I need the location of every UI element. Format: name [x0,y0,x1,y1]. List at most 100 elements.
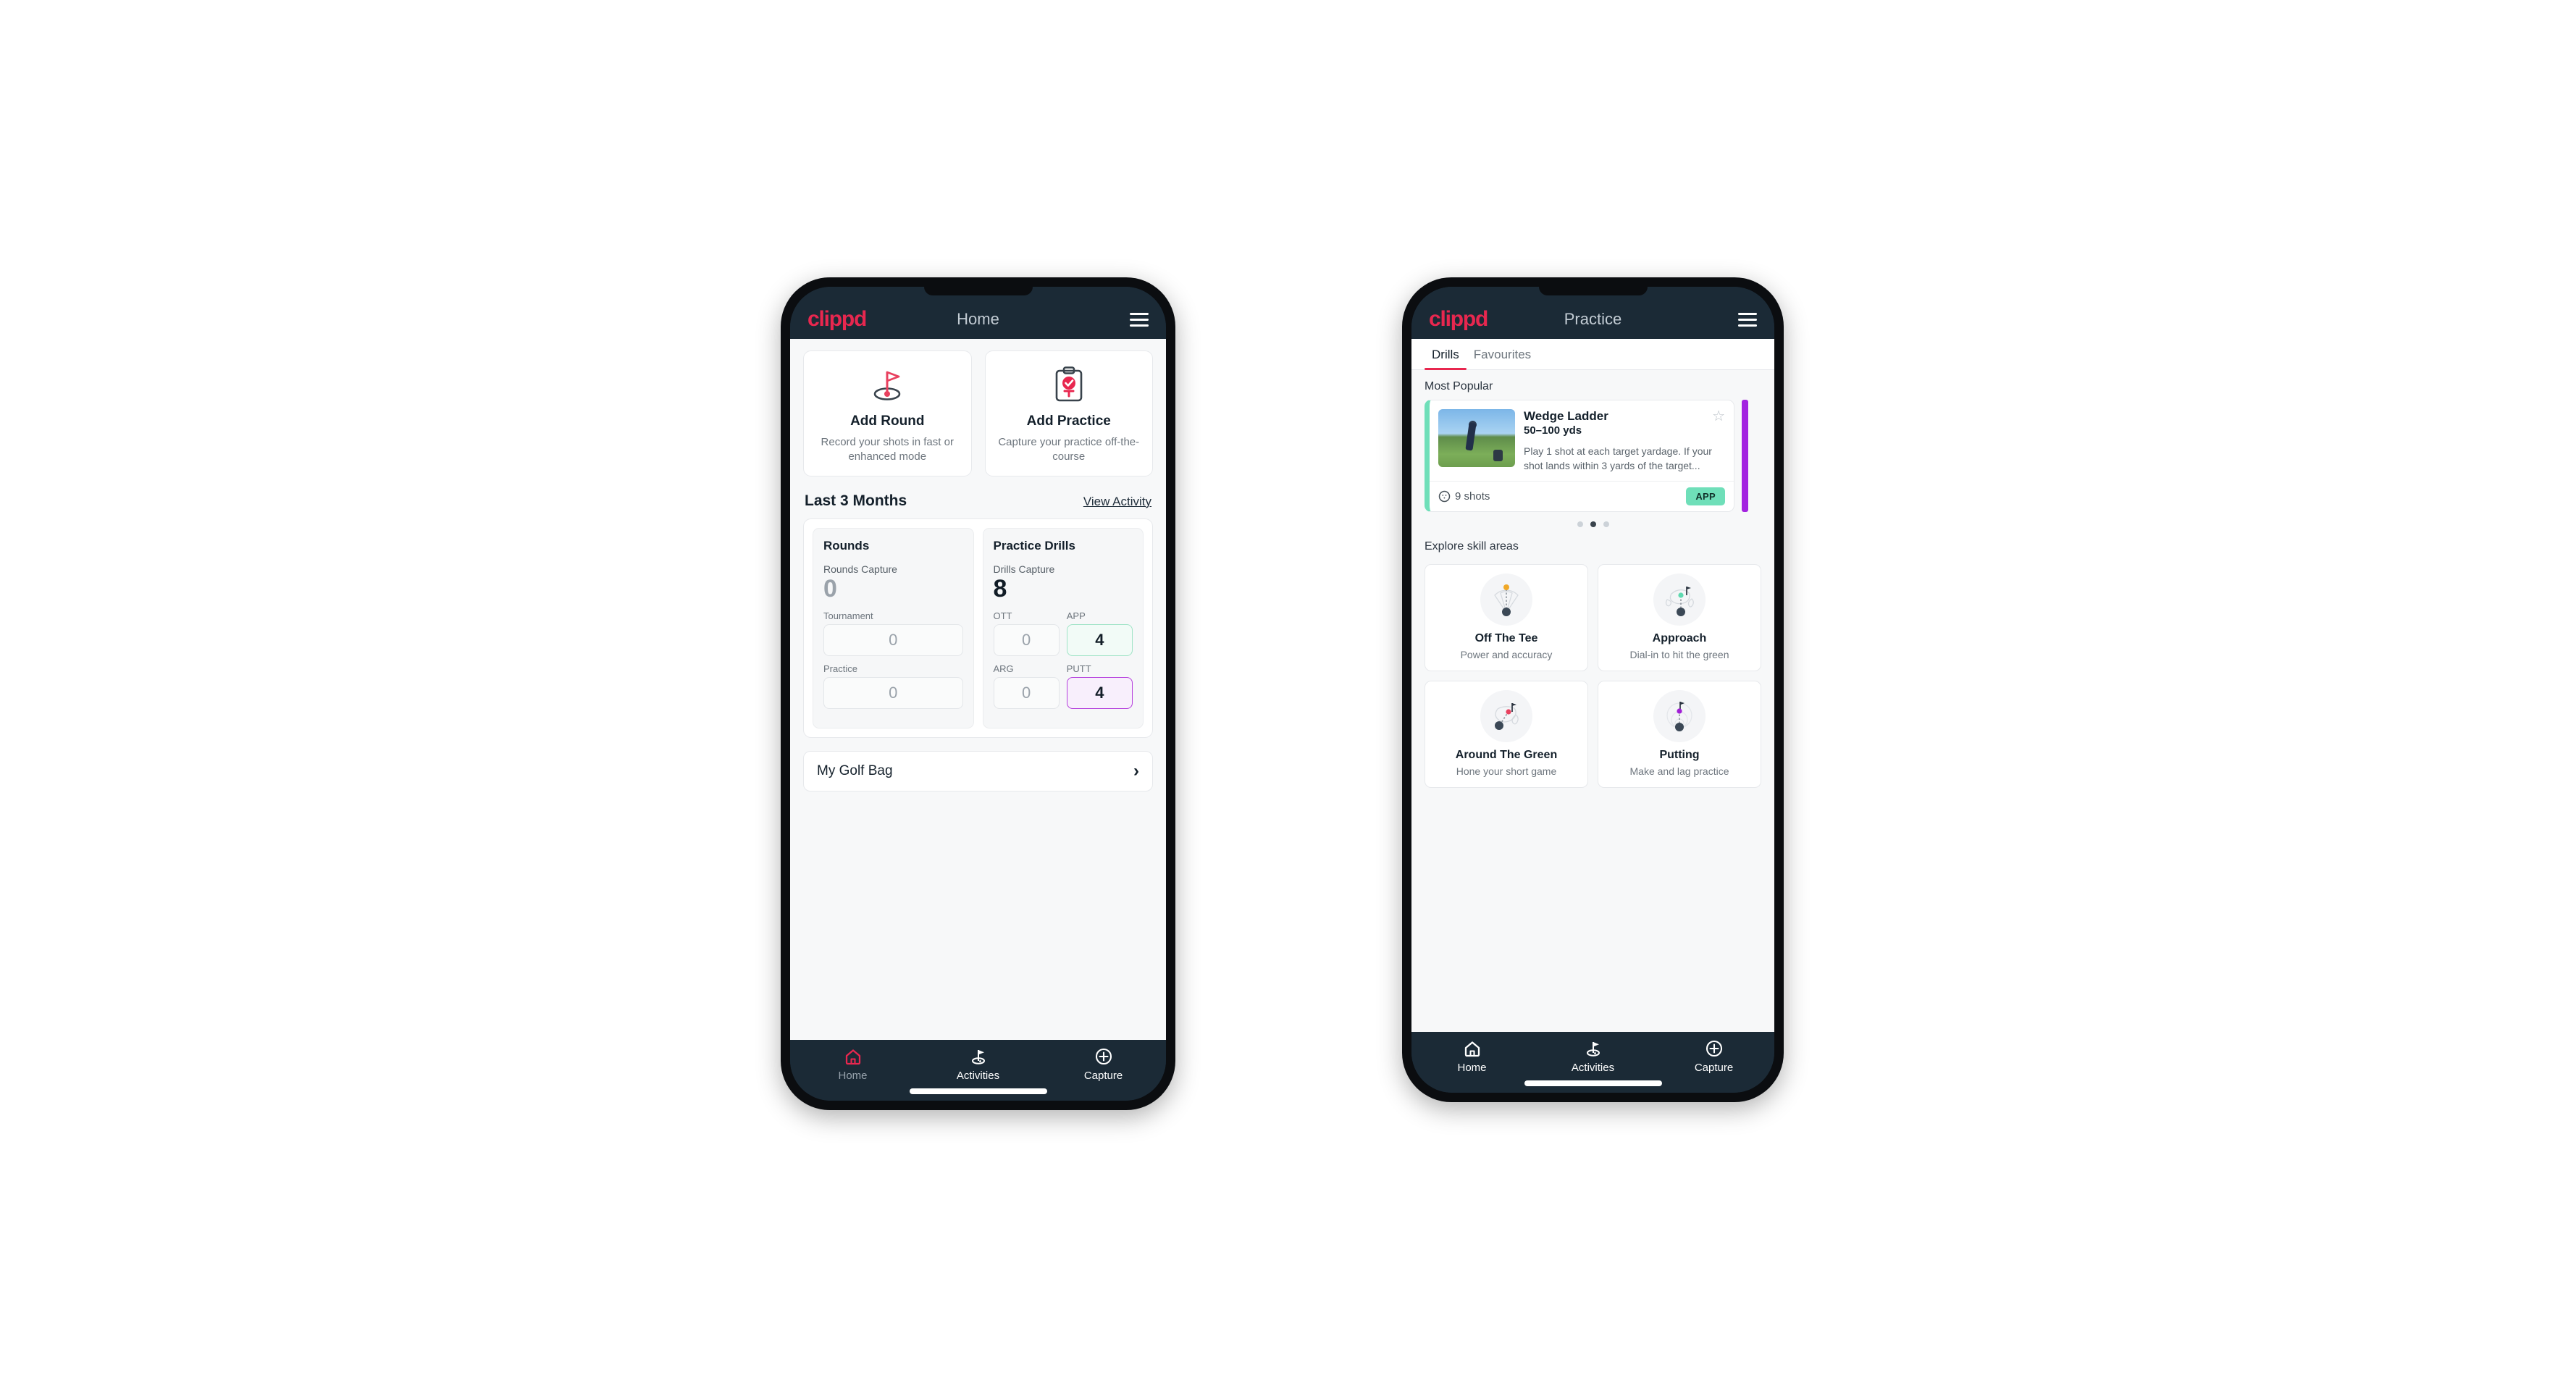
stats-panel: Rounds Rounds Capture 0 Tournament 0 Pra… [803,518,1153,739]
practice-value[interactable]: 0 [823,677,963,710]
phone-home-screen: clippd Home Add Round Record your shots … [790,287,1166,1101]
carousel-dot-active[interactable] [1590,521,1596,527]
skill-subtitle: Power and accuracy [1460,648,1553,660]
nav-home[interactable]: Home [790,1047,915,1082]
plus-circle-icon [1095,1048,1112,1065]
clipboard-check-icon [1052,364,1086,405]
home-indicator [1524,1080,1662,1086]
skill-card-around-the-green[interactable]: Around The Green Hone your short game [1425,680,1588,788]
clippd-logo[interactable]: clippd [807,307,867,332]
my-golf-bag-row[interactable]: My Golf Bag › [803,751,1153,792]
carousel-dot[interactable] [1603,521,1609,527]
star-outline-icon[interactable]: ☆ [1712,409,1725,424]
practice-label: Practice [823,663,857,675]
home-indicator [909,1088,1047,1094]
most-popular-label: Most Popular [1425,380,1493,392]
nav-activities[interactable]: Activities [915,1047,1041,1082]
drill-card-body: Wedge Ladder 50–100 yds ☆ Play 1 shot at… [1430,400,1734,481]
phone-practice: clippd Practice Drills Favourites Most P… [1402,277,1784,1102]
carousel-dot[interactable] [1577,521,1583,527]
drill-title-row: Wedge Ladder 50–100 yds ☆ [1524,409,1725,437]
tab-favourites[interactable]: Favourites [1467,339,1538,369]
home-content: Add Round Record your shots in fast or e… [790,339,1166,1040]
add-practice-subtitle: Capture your practice off-the-course [998,436,1140,463]
golf-flag-icon [868,364,906,405]
carousel-dots [1411,512,1774,530]
nav-activities-label: Activities [956,1070,1000,1082]
phone-practice-screen: clippd Practice Drills Favourites Most P… [1411,287,1774,1093]
drill-shots-label: 9 shots [1455,490,1490,503]
putting-rings-icon [1653,689,1706,742]
skill-title: Approach [1652,631,1707,644]
skill-subtitle: Hone your short game [1456,765,1557,777]
next-drill-card-peek[interactable] [1742,400,1748,512]
add-round-subtitle: Record your shots in fast or enhanced mo… [821,436,954,463]
nav-capture[interactable]: Capture [1041,1047,1166,1082]
nav-activities-label: Activities [1571,1062,1615,1074]
add-practice-card[interactable]: Add Practice Capture your practice off-t… [984,350,1153,476]
drills-title: Practice Drills [993,538,1075,553]
nav-home-label: Home [1457,1062,1487,1074]
phone-notch [1538,287,1648,295]
arg-value[interactable]: 0 [993,677,1060,710]
practice-tabs: Drills Favourites [1411,339,1774,370]
add-round-card[interactable]: Add Round Record your shots in fast or e… [803,350,972,476]
quick-actions: Add Round Record your shots in fast or e… [790,339,1166,476]
page-canvas: clippd Home Add Round Record your shots … [0,0,2576,1386]
skill-subtitle: Make and lag practice [1629,765,1729,777]
putt-label: PUTT [1066,663,1091,675]
drill-thumbnail [1438,409,1515,467]
explore-skill-areas-label: Explore skill areas [1425,539,1519,553]
hamburger-icon[interactable] [1130,312,1149,327]
nav-capture[interactable]: Capture [1653,1039,1774,1074]
drill-card[interactable]: Wedge Ladder 50–100 yds ☆ Play 1 shot at… [1425,400,1734,512]
skill-title: Putting [1659,748,1700,761]
add-round-title: Add Round [850,413,925,429]
skill-card-off-the-tee[interactable]: Off The Tee Power and accuracy [1425,563,1588,671]
ott-field: OTT 0 [993,610,1060,657]
my-golf-bag-label: My Golf Bag [817,763,893,779]
view-activity-link[interactable]: View Activity [1083,495,1151,509]
drill-category-badge: APP [1686,487,1725,505]
rounds-capture-value: 0 [823,574,837,602]
tournament-value[interactable]: 0 [823,624,963,657]
skill-card-putting[interactable]: Putting Make and lag practice [1598,680,1761,788]
drills-capture-value: 8 [993,574,1007,602]
putt-field: PUTT 4 [1066,663,1133,710]
nav-home[interactable]: Home [1411,1039,1532,1074]
tournament-field: Tournament 0 [823,610,963,657]
practice-content: Drills Favourites Most Popular Wedge Lad… [1411,339,1774,1032]
arg-field: ARG 0 [993,663,1060,710]
nav-activities[interactable]: Activities [1532,1039,1653,1074]
drills-capture-label: Drills Capture [993,563,1055,575]
skill-title: Around The Green [1455,748,1558,761]
plus-circle-icon [1706,1040,1722,1057]
drill-yardage: 50–100 yds [1524,424,1582,437]
skill-areas-grid: Off The Tee Power and accuracy Approach … [1411,560,1774,788]
last-3-months-header: Last 3 Months View Activity [790,476,1166,518]
chip-green-icon [1480,689,1532,742]
nav-home-label: Home [838,1070,868,1082]
skill-subtitle: Dial-in to hit the green [1629,648,1729,660]
clippd-logo[interactable]: clippd [1429,307,1488,332]
ott-label: OTT [993,610,1012,622]
skill-card-approach[interactable]: Approach Dial-in to hit the green [1598,563,1761,671]
drill-name: Wedge Ladder [1524,409,1608,423]
nav-capture-label: Capture [1083,1070,1123,1082]
drill-carousel[interactable]: Wedge Ladder 50–100 yds ☆ Play 1 shot at… [1411,400,1774,512]
tournament-label: Tournament [823,610,873,622]
tab-drills[interactable]: Drills [1425,339,1467,370]
arg-label: ARG [993,663,1014,675]
section-title: Last 3 Months [805,492,907,509]
golf-ball-icon [1438,490,1451,502]
practice-drills-column: Practice Drills Drills Capture 8 OTT 0 A… [982,527,1144,729]
ott-value[interactable]: 0 [993,624,1060,657]
hamburger-icon[interactable] [1738,312,1757,327]
golf-flag-icon [1586,1042,1600,1057]
putt-value[interactable]: 4 [1066,677,1133,710]
golf-flag-icon [971,1050,985,1064]
app-value[interactable]: 4 [1066,624,1133,657]
approach-green-icon [1653,573,1706,626]
home-icon [845,1049,860,1065]
drill-shots: 9 shots [1438,490,1490,503]
